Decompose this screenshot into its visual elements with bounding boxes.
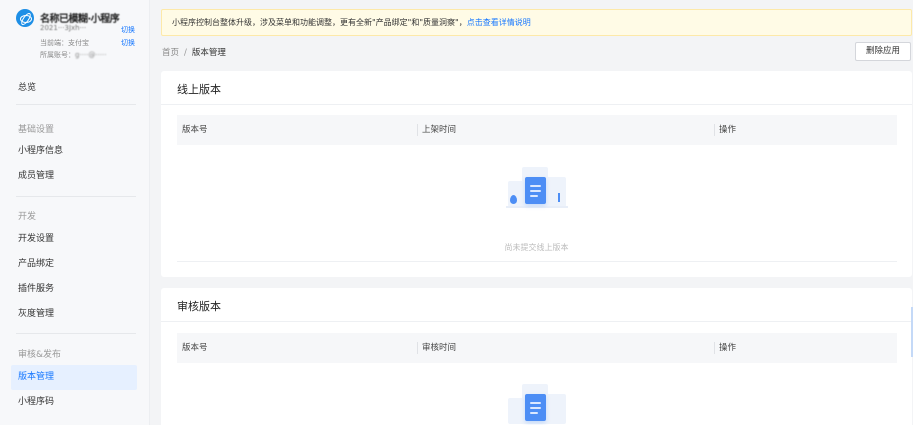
app-id: 2021···3Jxh··· bbox=[40, 24, 87, 32]
account-value: g····@····· bbox=[75, 51, 107, 59]
breadcrumb: 首页 / 版本管理 bbox=[162, 46, 226, 58]
sidebar-item-version-mgmt[interactable]: 版本管理 bbox=[11, 365, 137, 390]
card-divider bbox=[161, 104, 912, 105]
column-divider bbox=[714, 342, 715, 354]
sidebar-item-overview[interactable]: 总览 bbox=[11, 76, 137, 101]
app-name: 名称已模糊·小程序 bbox=[40, 14, 120, 25]
sidebar-item-plugins[interactable]: 插件服务 bbox=[11, 277, 137, 302]
delete-app-button[interactable]: 删除应用 bbox=[855, 42, 911, 61]
review-version-card: 审核版本 版本号 审核时间 操作 bbox=[161, 288, 912, 425]
current-end: 当前端：支付宝 bbox=[40, 39, 89, 47]
app-logo-icon bbox=[16, 9, 34, 27]
breadcrumb-home[interactable]: 首页 bbox=[162, 48, 179, 58]
column-actions: 操作 bbox=[719, 343, 737, 353]
online-version-title: 线上版本 bbox=[177, 83, 221, 96]
review-version-title: 审核版本 bbox=[177, 300, 221, 313]
sidebar-item-qrcode[interactable]: 小程序码 bbox=[11, 390, 137, 415]
notice-link[interactable]: 点击查看详情说明 bbox=[467, 18, 531, 27]
account-label: 所属账号： bbox=[40, 51, 75, 59]
column-version: 版本号 bbox=[182, 343, 208, 353]
empty-state-icon bbox=[498, 376, 574, 425]
table-bottom-border bbox=[177, 261, 897, 262]
card-divider bbox=[161, 321, 912, 322]
empty-state-icon bbox=[498, 159, 574, 217]
sidebar-item-product-binding[interactable]: 产品绑定 bbox=[11, 252, 137, 277]
sidebar: 名称已模糊·小程序 2021···3Jxh··· 切换 当前端：支付宝 切换 所… bbox=[0, 0, 150, 425]
column-divider bbox=[417, 342, 418, 354]
review-table-header: 版本号 审核时间 操作 bbox=[177, 333, 897, 363]
column-divider bbox=[714, 124, 715, 136]
sidebar-item-dev-settings[interactable]: 开发设置 bbox=[11, 227, 137, 252]
switch-end-link[interactable]: 切换 bbox=[121, 38, 135, 48]
sidebar-item-gray[interactable]: 灰度管理 bbox=[11, 302, 137, 327]
nav-divider bbox=[16, 104, 136, 105]
switch-app-link[interactable]: 切换 bbox=[121, 25, 135, 35]
online-table-header: 版本号 上架时间 操作 bbox=[177, 115, 897, 145]
nav-group-dev: 开发 bbox=[18, 212, 37, 222]
column-publish-time: 上架时间 bbox=[422, 125, 457, 135]
column-review-time: 审核时间 bbox=[422, 343, 457, 353]
nav-divider bbox=[16, 333, 136, 334]
nav-group-basic: 基础设置 bbox=[18, 125, 55, 135]
notice-bar: 小程序控制台整体升级，涉及菜单和功能调整，更有全新"产品绑定"和"质量洞察"，点… bbox=[161, 9, 912, 36]
column-version: 版本号 bbox=[182, 125, 208, 135]
column-actions: 操作 bbox=[719, 125, 737, 135]
online-version-card: 线上版本 版本号 上架时间 操作 尚未提交线上版本 bbox=[161, 71, 912, 277]
column-divider bbox=[417, 124, 418, 136]
breadcrumb-current: 版本管理 bbox=[191, 48, 226, 58]
notice-text: 小程序控制台整体升级，涉及菜单和功能调整，更有全新"产品绑定"和"质量洞察"， bbox=[172, 18, 467, 27]
sidebar-item-app-info[interactable]: 小程序信息 bbox=[11, 139, 137, 164]
app-card: 名称已模糊·小程序 2021···3Jxh··· 切换 当前端：支付宝 切换 所… bbox=[0, 0, 149, 73]
sidebar-item-members[interactable]: 成员管理 bbox=[11, 164, 137, 189]
account: 所属账号：g····@····· bbox=[40, 50, 132, 60]
empty-state-text: 尚未提交线上版本 bbox=[504, 243, 569, 252]
breadcrumb-separator: / bbox=[184, 48, 187, 58]
nav-divider bbox=[16, 196, 136, 197]
nav-group-release: 审核&发布 bbox=[18, 350, 62, 360]
